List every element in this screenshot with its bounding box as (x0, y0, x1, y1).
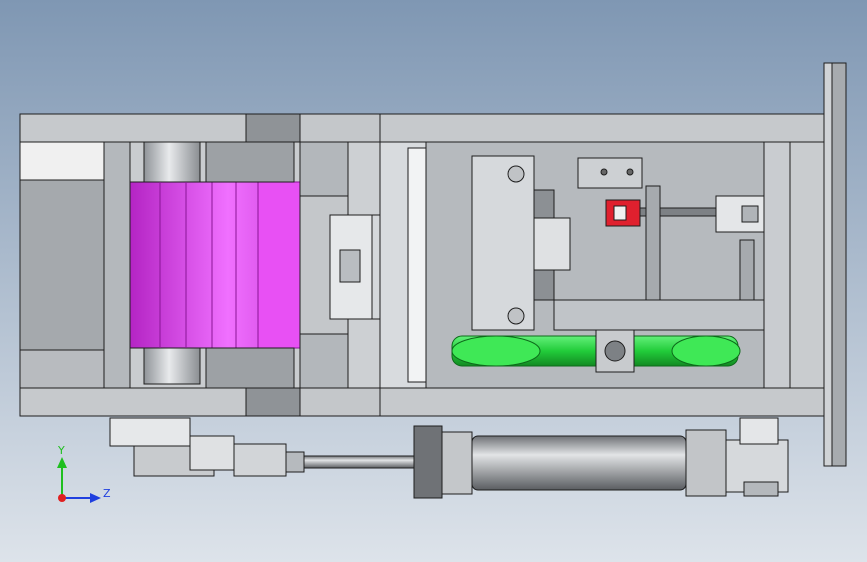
cylinder-mount-pin (739, 417, 779, 445)
upper-roller-shaft (143, 141, 201, 183)
right-end-plate-face (823, 62, 833, 467)
support-post-2 (739, 239, 755, 301)
motor-face-top (19, 141, 105, 181)
green-pulley-left (451, 335, 541, 367)
center-bracket-bottom (299, 333, 349, 389)
connector-latch (741, 205, 759, 223)
cad-viewport[interactable]: Y Z (0, 0, 867, 562)
center-plate-white (407, 147, 427, 383)
nut (285, 451, 305, 473)
cylinder-mount-foot (743, 481, 779, 497)
motor-face-bottom (19, 349, 105, 389)
cylinder-cap-rear (685, 429, 727, 497)
red-sensor-slot (613, 205, 627, 221)
bottom-rail (19, 387, 825, 417)
cylinder-cap-front (441, 431, 473, 495)
left-cover-dark (245, 113, 301, 143)
center-bracket-top (299, 141, 349, 197)
gearbox (471, 155, 535, 331)
support-bar-upper (553, 299, 765, 331)
x-axis-dot (58, 494, 66, 502)
sensor-bracket-screw (600, 168, 608, 176)
motor-flange (103, 141, 131, 389)
center-pulley-hub (604, 340, 626, 362)
gearbox-bottom-screw (507, 307, 525, 325)
roller-side-plate-bottom (205, 347, 295, 389)
lower-roller-shaft (143, 347, 201, 385)
gearbox-top-screw (507, 165, 525, 183)
assembly-drawing[interactable]: Y Z (0, 0, 867, 562)
left-cover-dark-bottom (245, 387, 301, 417)
cylinder-barrel (471, 435, 687, 491)
motor-mount (533, 217, 571, 271)
bottom-bracket-left (109, 417, 191, 447)
piston-rod (303, 455, 415, 469)
green-pulley-right (671, 335, 741, 367)
cylinder-gland (413, 425, 443, 499)
clevis (233, 443, 287, 477)
top-rail (19, 113, 825, 143)
support-post-1 (645, 185, 661, 301)
right-inner-post (763, 141, 791, 389)
sensor-bracket-screw-2 (626, 168, 634, 176)
coupling-inner (339, 249, 361, 283)
z-axis-label: Z (103, 487, 111, 500)
bottom-bracket-pivot (189, 435, 235, 471)
roller-side-plate-top (205, 141, 295, 183)
y-axis-label: Y (57, 444, 65, 457)
